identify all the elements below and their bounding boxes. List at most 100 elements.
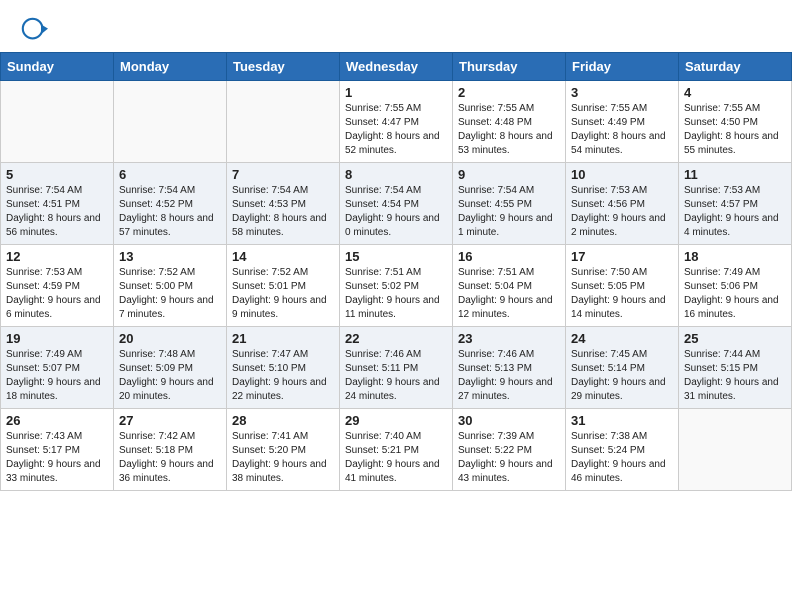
day-info: Sunrise: 7:42 AM Sunset: 5:18 PM Dayligh…: [119, 430, 221, 486]
day-number: 9: [458, 167, 560, 182]
day-header-sunday: Sunday: [1, 53, 114, 81]
calendar-cell: 4 Sunrise: 7:55 AM Sunset: 4:50 PM Daylig…: [679, 81, 792, 163]
day-number: 31: [571, 413, 673, 428]
week-row-2: 12 Sunrise: 7:53 AM Sunset: 4:59 PM Dayli…: [1, 245, 792, 327]
day-info: Sunrise: 7:49 AM Sunset: 5:07 PM Dayligh…: [6, 348, 108, 404]
day-info: Sunrise: 7:54 AM Sunset: 4:54 PM Dayligh…: [345, 184, 447, 240]
day-number: 2: [458, 85, 560, 100]
day-number: 25: [684, 331, 786, 346]
calendar-cell: 6 Sunrise: 7:54 AM Sunset: 4:52 PM Daylig…: [114, 163, 227, 245]
day-info: Sunrise: 7:55 AM Sunset: 4:47 PM Dayligh…: [345, 102, 447, 158]
day-number: 5: [6, 167, 108, 182]
week-row-0: 1 Sunrise: 7:55 AM Sunset: 4:47 PM Daylig…: [1, 81, 792, 163]
day-info: Sunrise: 7:52 AM Sunset: 5:00 PM Dayligh…: [119, 266, 221, 322]
calendar-cell: 23 Sunrise: 7:46 AM Sunset: 5:13 PM Dayli…: [453, 327, 566, 409]
day-number: 10: [571, 167, 673, 182]
day-info: Sunrise: 7:54 AM Sunset: 4:55 PM Dayligh…: [458, 184, 560, 240]
day-header-tuesday: Tuesday: [227, 53, 340, 81]
calendar-cell: 24 Sunrise: 7:45 AM Sunset: 5:14 PM Dayli…: [566, 327, 679, 409]
calendar-cell: 29 Sunrise: 7:40 AM Sunset: 5:21 PM Dayli…: [340, 409, 453, 491]
day-info: Sunrise: 7:49 AM Sunset: 5:06 PM Dayligh…: [684, 266, 786, 322]
calendar-cell: 8Sunrise: 7:54 AM Sunset: 4:54 PM Daylig…: [340, 163, 453, 245]
day-info: Sunrise: 7:53 AM Sunset: 4:57 PM Dayligh…: [684, 184, 786, 240]
day-number: 15: [345, 249, 447, 264]
day-number: 17: [571, 249, 673, 264]
day-info: Sunrise: 7:55 AM Sunset: 4:48 PM Dayligh…: [458, 102, 560, 158]
calendar-cell: 15 Sunrise: 7:51 AM Sunset: 5:02 PM Dayli…: [340, 245, 453, 327]
page: SundayMondayTuesdayWednesdayThursdayFrid…: [0, 0, 792, 491]
calendar-cell: 20 Sunrise: 7:48 AM Sunset: 5:09 PM Dayli…: [114, 327, 227, 409]
day-number: 13: [119, 249, 221, 264]
day-number: 7: [232, 167, 334, 182]
day-number: 18: [684, 249, 786, 264]
week-row-3: 19 Sunrise: 7:49 AM Sunset: 5:07 PM Dayli…: [1, 327, 792, 409]
day-number: 11: [684, 167, 786, 182]
day-info: Sunrise: 7:48 AM Sunset: 5:09 PM Dayligh…: [119, 348, 221, 404]
day-number: 23: [458, 331, 560, 346]
day-header-wednesday: Wednesday: [340, 53, 453, 81]
calendar-cell: 13 Sunrise: 7:52 AM Sunset: 5:00 PM Dayli…: [114, 245, 227, 327]
day-number: 1: [345, 85, 447, 100]
day-info: Sunrise: 7:38 AM Sunset: 5:24 PM Dayligh…: [571, 430, 673, 486]
calendar-cell: 31 Sunrise: 7:38 AM Sunset: 5:24 PM Dayli…: [566, 409, 679, 491]
day-number: 16: [458, 249, 560, 264]
day-number: 12: [6, 249, 108, 264]
day-info: Sunrise: 7:43 AM Sunset: 5:17 PM Dayligh…: [6, 430, 108, 486]
day-number: 19: [6, 331, 108, 346]
calendar-cell: 11 Sunrise: 7:53 AM Sunset: 4:57 PM Dayli…: [679, 163, 792, 245]
day-number: 22: [345, 331, 447, 346]
day-info: Sunrise: 7:52 AM Sunset: 5:01 PM Dayligh…: [232, 266, 334, 322]
day-number: 6: [119, 167, 221, 182]
calendar-cell: 30Sunrise: 7:39 AM Sunset: 5:22 PM Dayli…: [453, 409, 566, 491]
day-number: 26: [6, 413, 108, 428]
day-info: Sunrise: 7:50 AM Sunset: 5:05 PM Dayligh…: [571, 266, 673, 322]
day-number: 20: [119, 331, 221, 346]
calendar-cell: [227, 81, 340, 163]
day-number: 14: [232, 249, 334, 264]
calendar-cell: 22 Sunrise: 7:46 AM Sunset: 5:11 PM Dayli…: [340, 327, 453, 409]
day-header-friday: Friday: [566, 53, 679, 81]
calendar-cell: 7 Sunrise: 7:54 AM Sunset: 4:53 PM Daylig…: [227, 163, 340, 245]
day-info: Sunrise: 7:54 AM Sunset: 4:52 PM Dayligh…: [119, 184, 221, 240]
day-info: Sunrise: 7:40 AM Sunset: 5:21 PM Dayligh…: [345, 430, 447, 486]
day-number: 30: [458, 413, 560, 428]
day-number: 21: [232, 331, 334, 346]
calendar-cell: 28Sunrise: 7:41 AM Sunset: 5:20 PM Dayli…: [227, 409, 340, 491]
day-info: Sunrise: 7:53 AM Sunset: 4:59 PM Dayligh…: [6, 266, 108, 322]
calendar-cell: 14 Sunrise: 7:52 AM Sunset: 5:01 PM Dayli…: [227, 245, 340, 327]
calendar-cell: 19 Sunrise: 7:49 AM Sunset: 5:07 PM Dayli…: [1, 327, 114, 409]
day-number: 4: [684, 85, 786, 100]
calendar-cell: [114, 81, 227, 163]
day-info: Sunrise: 7:51 AM Sunset: 5:04 PM Dayligh…: [458, 266, 560, 322]
calendar-cell: [1, 81, 114, 163]
day-number: 27: [119, 413, 221, 428]
day-number: 29: [345, 413, 447, 428]
logo: [20, 16, 52, 44]
day-info: Sunrise: 7:45 AM Sunset: 5:14 PM Dayligh…: [571, 348, 673, 404]
calendar-table: SundayMondayTuesdayWednesdayThursdayFrid…: [0, 52, 792, 491]
day-info: Sunrise: 7:54 AM Sunset: 4:53 PM Dayligh…: [232, 184, 334, 240]
calendar-cell: [679, 409, 792, 491]
logo-icon: [20, 16, 48, 44]
calendar-cell: 10Sunrise: 7:53 AM Sunset: 4:56 PM Dayli…: [566, 163, 679, 245]
day-number: 3: [571, 85, 673, 100]
day-header-saturday: Saturday: [679, 53, 792, 81]
week-row-1: 5Sunrise: 7:54 AM Sunset: 4:51 PM Daylig…: [1, 163, 792, 245]
week-row-4: 26 Sunrise: 7:43 AM Sunset: 5:17 PM Dayli…: [1, 409, 792, 491]
header: [0, 0, 792, 52]
day-number: 24: [571, 331, 673, 346]
day-header-thursday: Thursday: [453, 53, 566, 81]
day-info: Sunrise: 7:55 AM Sunset: 4:49 PM Dayligh…: [571, 102, 673, 158]
day-info: Sunrise: 7:51 AM Sunset: 5:02 PM Dayligh…: [345, 266, 447, 322]
calendar-cell: 18 Sunrise: 7:49 AM Sunset: 5:06 PM Dayli…: [679, 245, 792, 327]
calendar-cell: 25Sunrise: 7:44 AM Sunset: 5:15 PM Dayli…: [679, 327, 792, 409]
calendar-cell: 16 Sunrise: 7:51 AM Sunset: 5:04 PM Dayli…: [453, 245, 566, 327]
day-info: Sunrise: 7:46 AM Sunset: 5:11 PM Dayligh…: [345, 348, 447, 404]
day-info: Sunrise: 7:47 AM Sunset: 5:10 PM Dayligh…: [232, 348, 334, 404]
day-info: Sunrise: 7:55 AM Sunset: 4:50 PM Dayligh…: [684, 102, 786, 158]
calendar-cell: 17 Sunrise: 7:50 AM Sunset: 5:05 PM Dayli…: [566, 245, 679, 327]
calendar-cell: 3 Sunrise: 7:55 AM Sunset: 4:49 PM Daylig…: [566, 81, 679, 163]
day-info: Sunrise: 7:46 AM Sunset: 5:13 PM Dayligh…: [458, 348, 560, 404]
calendar-cell: 9 Sunrise: 7:54 AM Sunset: 4:55 PM Daylig…: [453, 163, 566, 245]
calendar-cell: 1 Sunrise: 7:55 AM Sunset: 4:47 PM Daylig…: [340, 81, 453, 163]
